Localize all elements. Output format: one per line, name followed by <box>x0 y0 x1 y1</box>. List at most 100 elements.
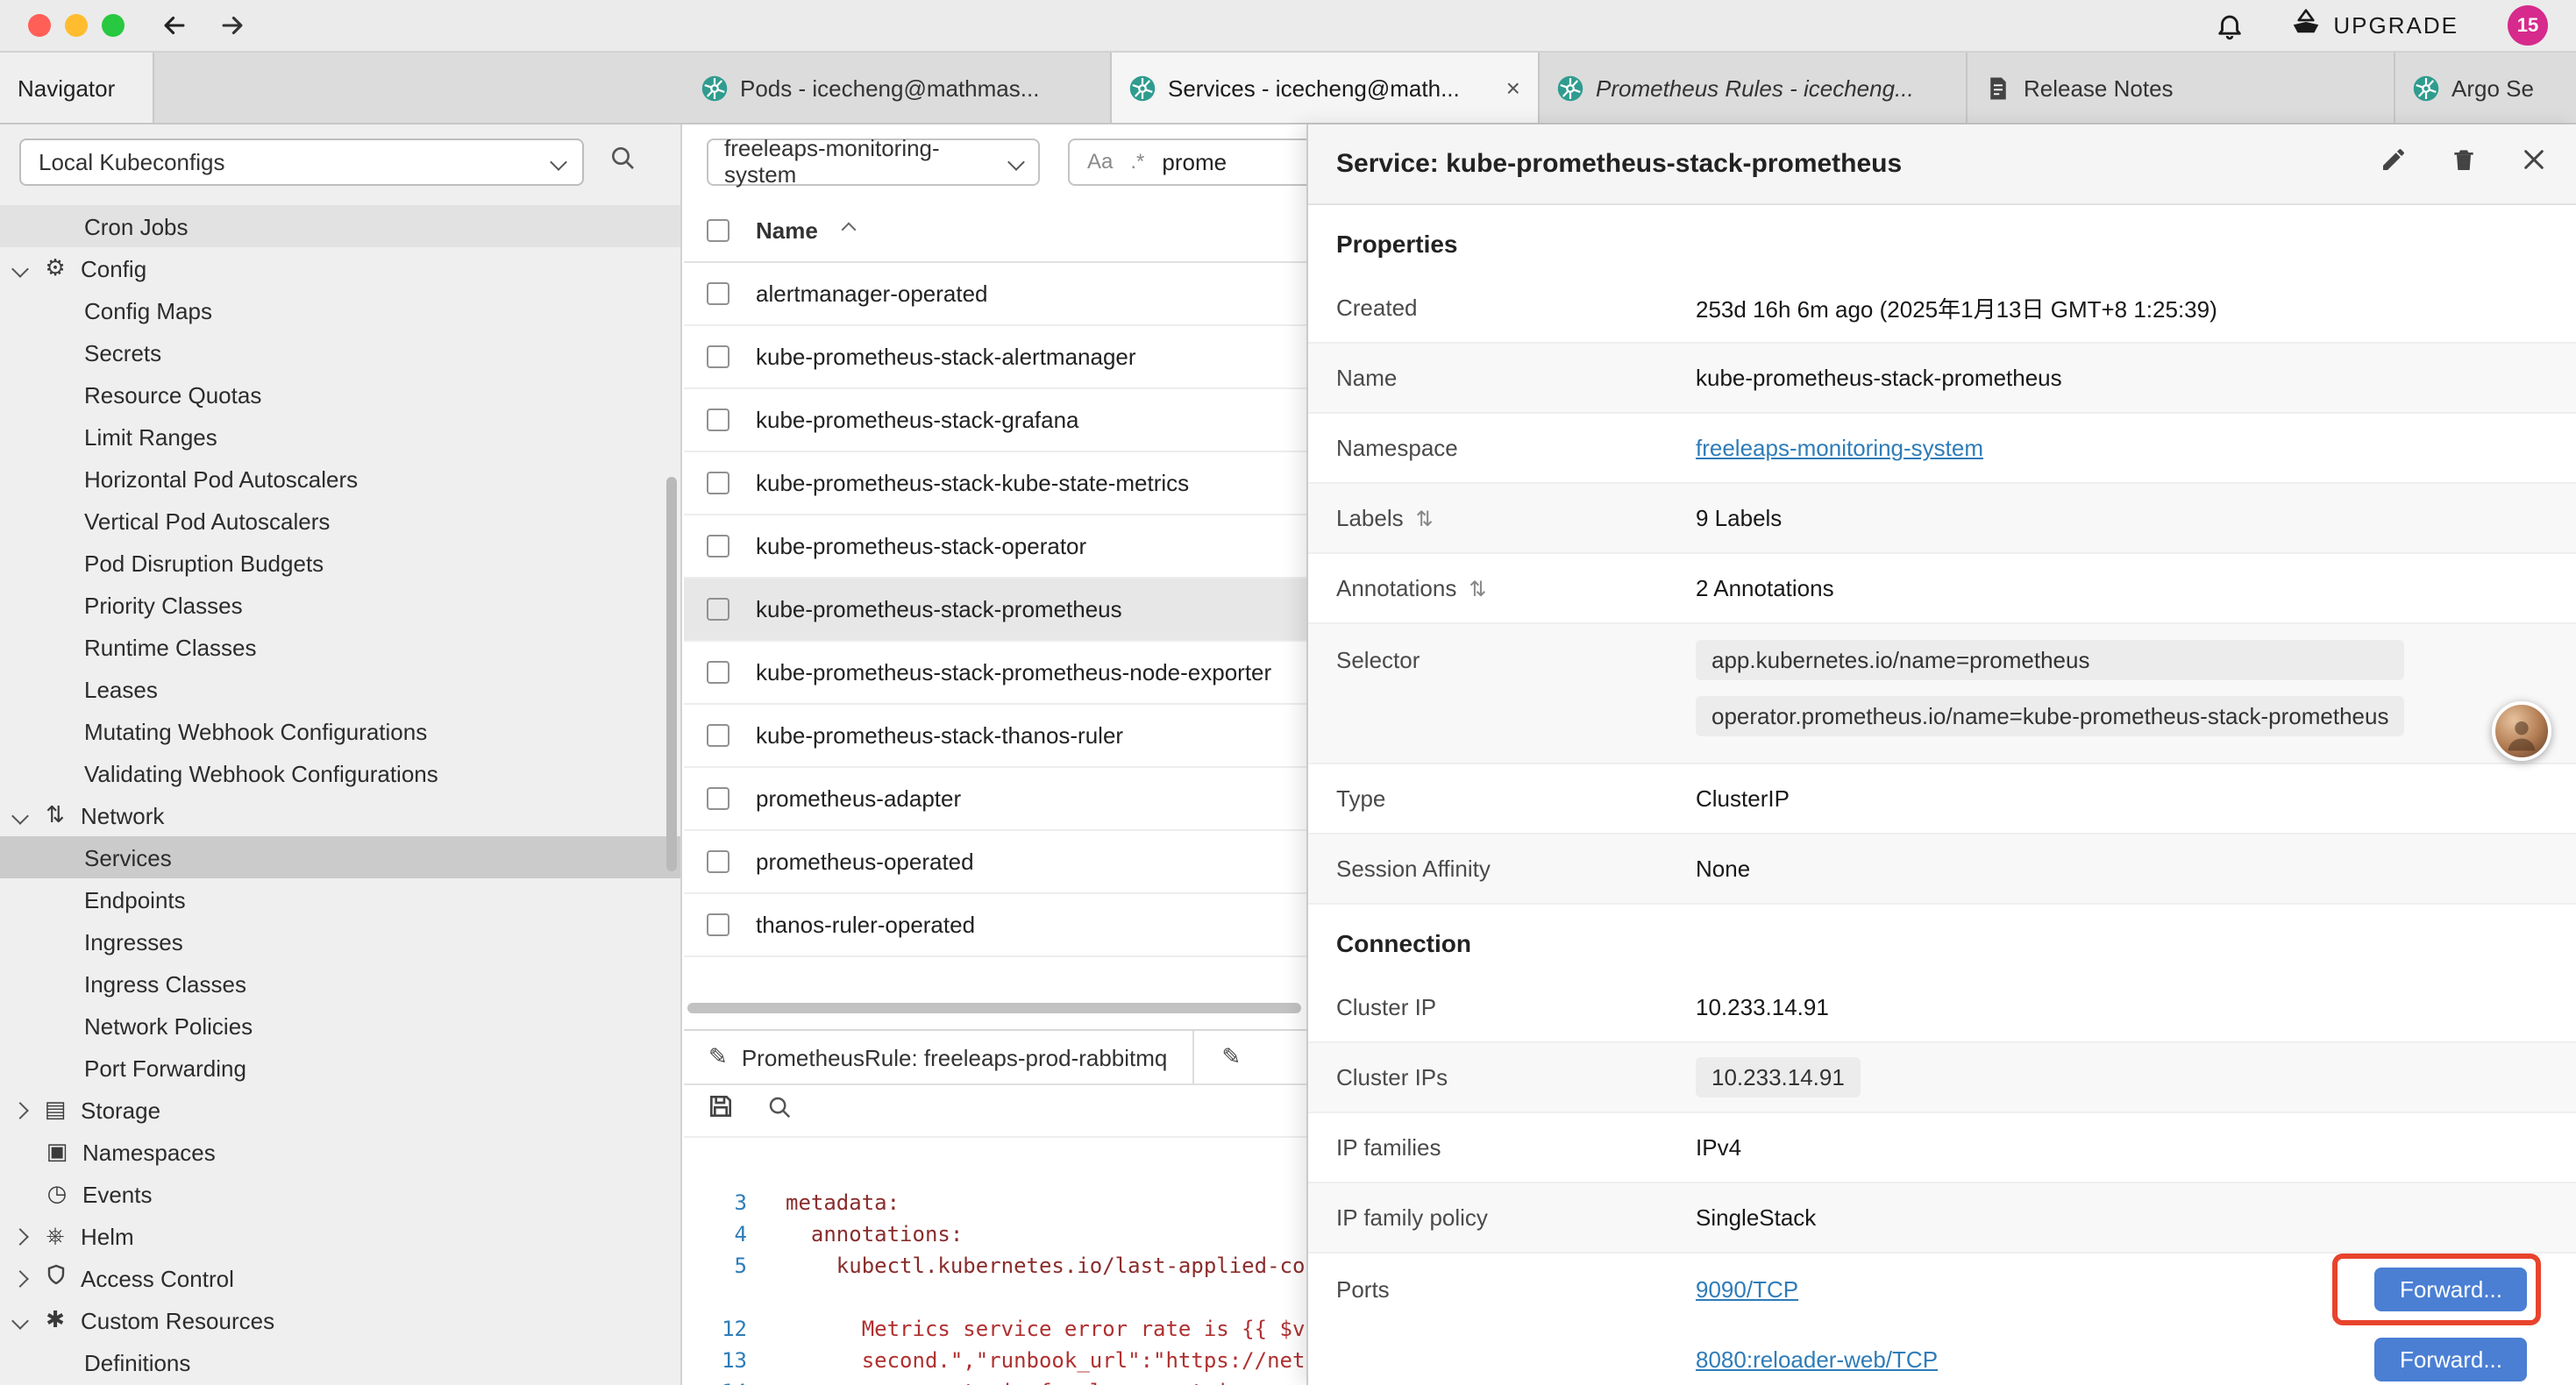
tab-services[interactable]: Services - icecheng@math... × <box>1112 53 1540 123</box>
row-checkbox[interactable] <box>707 345 729 368</box>
tab-release-notes[interactable]: Release Notes <box>1968 53 2395 123</box>
chevron-right-icon <box>11 1269 29 1287</box>
row-checkbox[interactable] <box>707 724 729 747</box>
row-checkbox[interactable] <box>707 913 729 936</box>
namespace-filter-select[interactable]: freeleaps-monitoring-system <box>707 138 1040 185</box>
edit-button[interactable] <box>2380 146 2408 182</box>
forward-button-8080[interactable]: Forward... <box>2375 1337 2527 1381</box>
tab-pods[interactable]: Pods - icecheng@mathmas... <box>684 53 1112 123</box>
sidebar-item-cron-jobs[interactable]: Cron Jobs <box>0 205 680 247</box>
select-all-checkbox[interactable] <box>707 218 729 241</box>
sidebar-item-validating-webhook-configurations[interactable]: Validating Webhook Configurations <box>0 752 680 794</box>
sidebar-group-storage[interactable]: ▤Storage <box>0 1089 680 1131</box>
sidebar-item-secrets[interactable]: Secrets <box>0 331 680 373</box>
expand-toggle-icon[interactable]: ⇅ <box>1416 506 1434 530</box>
column-header-name[interactable]: Name <box>756 217 818 243</box>
horizontal-scrollbar[interactable] <box>687 1003 1301 1013</box>
property-row-labels: Labels⇅ 9 Labels <box>1308 484 2576 554</box>
helm-icon: ⎈ <box>40 1223 70 1249</box>
sidebar-item-priority-classes[interactable]: Priority Classes <box>0 584 680 626</box>
sidebar-item-config-maps[interactable]: Config Maps <box>0 289 680 331</box>
tab-label: Argo Se <box>2451 75 2558 101</box>
expand-toggle-icon[interactable]: ⇅ <box>1469 576 1486 600</box>
forward-button-9090[interactable]: Forward... <box>2375 1267 2527 1310</box>
save-icon[interactable] <box>707 1092 735 1129</box>
sidebar-item-namespaces[interactable]: ▣Namespaces <box>0 1131 680 1173</box>
window-controls <box>28 14 125 37</box>
sidebar-item-runtime-classes[interactable]: Runtime Classes <box>0 626 680 668</box>
chevron-right-icon <box>11 1101 29 1119</box>
line-number <box>684 1282 768 1313</box>
sidebar-item-endpoints[interactable]: Endpoints <box>0 878 680 920</box>
regex-toggle[interactable]: .* <box>1130 149 1144 174</box>
sidebar-group-network[interactable]: ⇅Network <box>0 794 680 836</box>
tab-argo[interactable]: Argo Se <box>2395 53 2576 123</box>
search-value: prome <box>1162 148 1227 174</box>
notifications-bell-icon[interactable] <box>2214 11 2244 40</box>
sidebar-search-icon[interactable] <box>608 144 637 181</box>
connection-row-ports: Ports 9090/TCP Forward... 8080:reloader-… <box>1308 1254 2576 1385</box>
chevron-down-icon <box>11 259 29 277</box>
delete-button[interactable] <box>2450 146 2478 182</box>
close-tab-icon[interactable]: × <box>1506 75 1520 100</box>
chevron-down-icon <box>11 1311 29 1329</box>
sidebar-group-helm[interactable]: ⎈Helm <box>0 1215 680 1257</box>
sidebar-item-resource-quotas[interactable]: Resource Quotas <box>0 373 680 416</box>
row-checkbox[interactable] <box>707 850 729 873</box>
close-drawer-button[interactable] <box>2520 146 2548 182</box>
row-checkbox[interactable] <box>707 535 729 558</box>
notification-count-badge[interactable]: 15 <box>2508 5 2548 46</box>
dock-tab-prometheusrule[interactable]: ✎ PrometheusRule: freeleaps-prod-rabbitm… <box>684 1031 1193 1083</box>
sidebar-item-ingresses[interactable]: Ingresses <box>0 920 680 962</box>
clock-icon: ◷ <box>42 1181 72 1207</box>
properties-rows: Created 253d 16h 6m ago (2025年1月13日 GMT+… <box>1308 273 2576 905</box>
sidebar-item-horizontal-pod-autoscalers[interactable]: Horizontal Pod Autoscalers <box>0 458 680 500</box>
property-row-type: Type ClusterIP <box>1308 764 2576 835</box>
sidebar-item-ingress-classes[interactable]: Ingress Classes <box>0 962 680 1005</box>
sidebar-item-port-forwarding[interactable]: Port Forwarding <box>0 1047 680 1089</box>
back-button[interactable] <box>160 11 189 40</box>
sidebar-group-custom-resources[interactable]: ✱Custom Resources <box>0 1299 680 1341</box>
row-checkbox[interactable] <box>707 282 729 305</box>
selector-badge: operator.prometheus.io/name=kube-prometh… <box>1696 696 2405 736</box>
editor-search-icon[interactable] <box>766 1093 793 1128</box>
sidebar-group-access-control[interactable]: Access Control <box>0 1257 680 1299</box>
selector-badge: app.kubernetes.io/name=prometheus <box>1696 640 2405 680</box>
sidebar-item-limit-ranges[interactable]: Limit Ranges <box>0 416 680 458</box>
namespace-link[interactable]: freeleaps-monitoring-system <box>1696 435 1983 461</box>
kubeconfig-select[interactable]: Local Kubeconfigs <box>19 138 584 186</box>
sidebar-item-pod-disruption-budgets[interactable]: Pod Disruption Budgets <box>0 542 680 584</box>
navigator-panel-tab[interactable]: Navigator <box>0 53 154 123</box>
port-link-9090[interactable]: 9090/TCP <box>1696 1275 1798 1302</box>
pencil-icon: ✎ <box>1221 1044 1241 1070</box>
sidebar-item-leases[interactable]: Leases <box>0 668 680 710</box>
sidebar-item-network-policies[interactable]: Network Policies <box>0 1005 680 1047</box>
kubernetes-icon <box>1557 75 1583 101</box>
maximize-window-button[interactable] <box>102 14 125 37</box>
forward-button[interactable] <box>217 11 247 40</box>
row-checkbox[interactable] <box>707 787 729 810</box>
close-window-button[interactable] <box>28 14 51 37</box>
match-case-toggle[interactable]: Aa <box>1087 149 1113 174</box>
tab-label: Pods - icecheng@mathmas... <box>740 75 1092 101</box>
kubeconfig-row: Local Kubeconfigs <box>0 124 680 200</box>
tab-label: Services - icecheng@math... <box>1168 75 1494 101</box>
tab-prometheus-rules[interactable]: Prometheus Rules - icecheng... <box>1540 53 1968 123</box>
sidebar-item-definitions[interactable]: Definitions <box>0 1341 680 1383</box>
sidebar-item-events[interactable]: ◷Events <box>0 1173 680 1215</box>
sidebar-scrollbar[interactable] <box>666 477 677 871</box>
upgrade-button[interactable]: UPGRADE <box>2289 7 2459 44</box>
avatar[interactable] <box>2492 701 2551 761</box>
sidebar-item-services[interactable]: Services <box>0 836 680 878</box>
row-checkbox[interactable] <box>707 661 729 684</box>
upgrade-label: UPGRADE <box>2333 12 2459 39</box>
sidebar-item-mutating-webhook-configurations[interactable]: Mutating Webhook Configurations <box>0 710 680 752</box>
row-checkbox[interactable] <box>707 598 729 621</box>
sidebar-item-vertical-pod-autoscalers[interactable]: Vertical Pod Autoscalers <box>0 500 680 542</box>
row-checkbox[interactable] <box>707 472 729 494</box>
row-checkbox[interactable] <box>707 408 729 431</box>
namespaces-icon: ▣ <box>42 1139 72 1165</box>
sidebar-group-config[interactable]: ⚙Config <box>0 247 680 289</box>
minimize-window-button[interactable] <box>65 14 88 37</box>
port-link-8080[interactable]: 8080:reloader-web/TCP <box>1696 1346 1938 1372</box>
